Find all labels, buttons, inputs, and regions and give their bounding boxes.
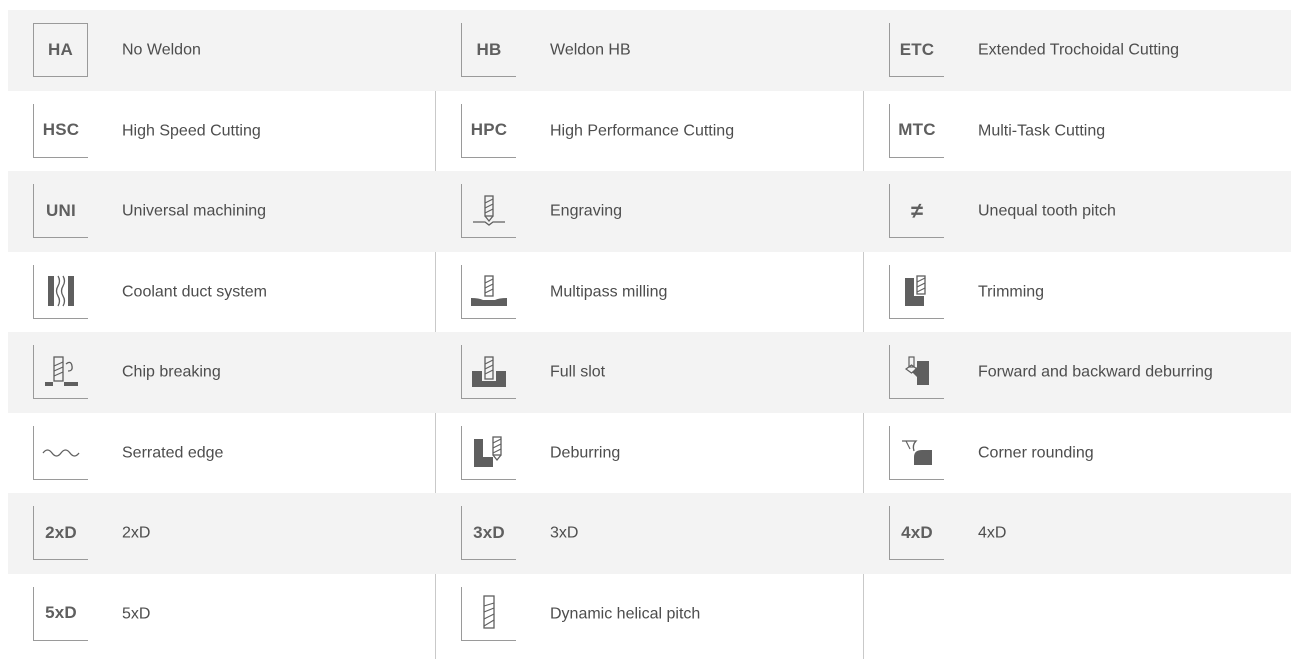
legend-label: Multipass milling	[550, 283, 668, 301]
legend-row: HPC High Performance Cutting	[436, 91, 864, 172]
deburring-icon	[461, 425, 516, 480]
5xd-icon: 5xD	[33, 586, 88, 641]
3xd-icon: 3xD	[461, 506, 516, 561]
2xd-icon: 2xD	[33, 506, 88, 561]
legend-row: UNI Universal machining	[8, 171, 438, 252]
legend-label: Multi-Task Cutting	[978, 122, 1106, 140]
legend-label: Full slot	[550, 363, 606, 381]
coolant-duct-icon	[33, 264, 88, 319]
legend-row: 2xD 2xD	[8, 493, 438, 574]
dynamic-helical-pitch-icon	[461, 586, 516, 641]
legend-label: Weldon HB	[550, 41, 631, 59]
legend-row: Corner rounding	[864, 413, 1291, 494]
legend-label: Serrated edge	[122, 444, 224, 462]
hpc-icon: HPC	[461, 103, 516, 158]
ha-icon: HA	[33, 23, 88, 78]
legend-column-2: HB Weldon HB HPC High Performance Cuttin…	[436, 10, 864, 654]
legend-label: Corner rounding	[978, 444, 1094, 462]
legend-label: No Weldon	[122, 41, 201, 59]
legend-row: Deburring	[436, 413, 864, 494]
etc-icon: ETC	[889, 23, 944, 78]
legend-row: 4xD 4xD	[864, 493, 1291, 574]
legend-row: 3xD 3xD	[436, 493, 864, 574]
uni-icon: UNI	[33, 184, 88, 239]
corner-rounding-icon	[889, 425, 944, 480]
legend-row: Serrated edge	[8, 413, 438, 494]
full-slot-icon	[461, 345, 516, 400]
legend-label: Trimming	[978, 283, 1045, 301]
legend-row: Chip breaking	[8, 332, 438, 413]
legend-label: Extended Trochoidal Cutting	[978, 41, 1180, 59]
legend-label: 3xD	[550, 524, 579, 542]
legend-row: MTC Multi-Task Cutting	[864, 91, 1291, 172]
legend-row: Engraving	[436, 171, 864, 252]
serrated-edge-icon	[33, 425, 88, 480]
legend-row: ≠ Unequal tooth pitch	[864, 171, 1291, 252]
chip-breaking-icon	[33, 345, 88, 400]
legend-label: 2xD	[122, 524, 151, 542]
forward-backward-deburring-icon	[889, 345, 944, 400]
multipass-milling-icon	[461, 264, 516, 319]
legend-label: Dynamic helical pitch	[550, 605, 701, 623]
legend-label: 4xD	[978, 524, 1007, 542]
trimming-icon	[889, 264, 944, 319]
legend-label: Coolant duct system	[122, 283, 267, 301]
machining-symbols-legend: HA No Weldon HSC High Speed Cutting UNI …	[0, 0, 1291, 659]
legend-row: HSC High Speed Cutting	[8, 91, 438, 172]
legend-row: HB Weldon HB	[436, 10, 864, 91]
legend-row: HA No Weldon	[8, 10, 438, 91]
legend-row: Dynamic helical pitch	[436, 574, 864, 655]
legend-label: Chip breaking	[122, 363, 221, 381]
legend-label: High Speed Cutting	[122, 122, 261, 140]
legend-row: ETC Extended Trochoidal Cutting	[864, 10, 1291, 91]
legend-label: Deburring	[550, 444, 621, 462]
hsc-icon: HSC	[33, 103, 88, 158]
4xd-icon: 4xD	[889, 506, 944, 561]
hb-icon: HB	[461, 23, 516, 78]
legend-label: Engraving	[550, 202, 623, 220]
mtc-icon: MTC	[889, 103, 944, 158]
unequal-tooth-pitch-icon: ≠	[889, 184, 944, 239]
legend-label: Universal machining	[122, 202, 267, 220]
legend-label: High Performance Cutting	[550, 122, 735, 140]
legend-row: Trimming	[864, 252, 1291, 333]
legend-row: Full slot	[436, 332, 864, 413]
legend-label: 5xD	[122, 605, 151, 623]
legend-row: Forward and backward deburring	[864, 332, 1291, 413]
legend-column-1: HA No Weldon HSC High Speed Cutting UNI …	[8, 10, 438, 654]
legend-row: Multipass milling	[436, 252, 864, 333]
legend-row: Coolant duct system	[8, 252, 438, 333]
engraving-icon	[461, 184, 516, 239]
legend-row: 5xD 5xD	[8, 574, 438, 655]
legend-column-3: ETC Extended Trochoidal Cutting MTC Mult…	[864, 10, 1291, 574]
legend-label: Unequal tooth pitch	[978, 202, 1116, 220]
legend-label: Forward and backward deburring	[978, 363, 1213, 381]
